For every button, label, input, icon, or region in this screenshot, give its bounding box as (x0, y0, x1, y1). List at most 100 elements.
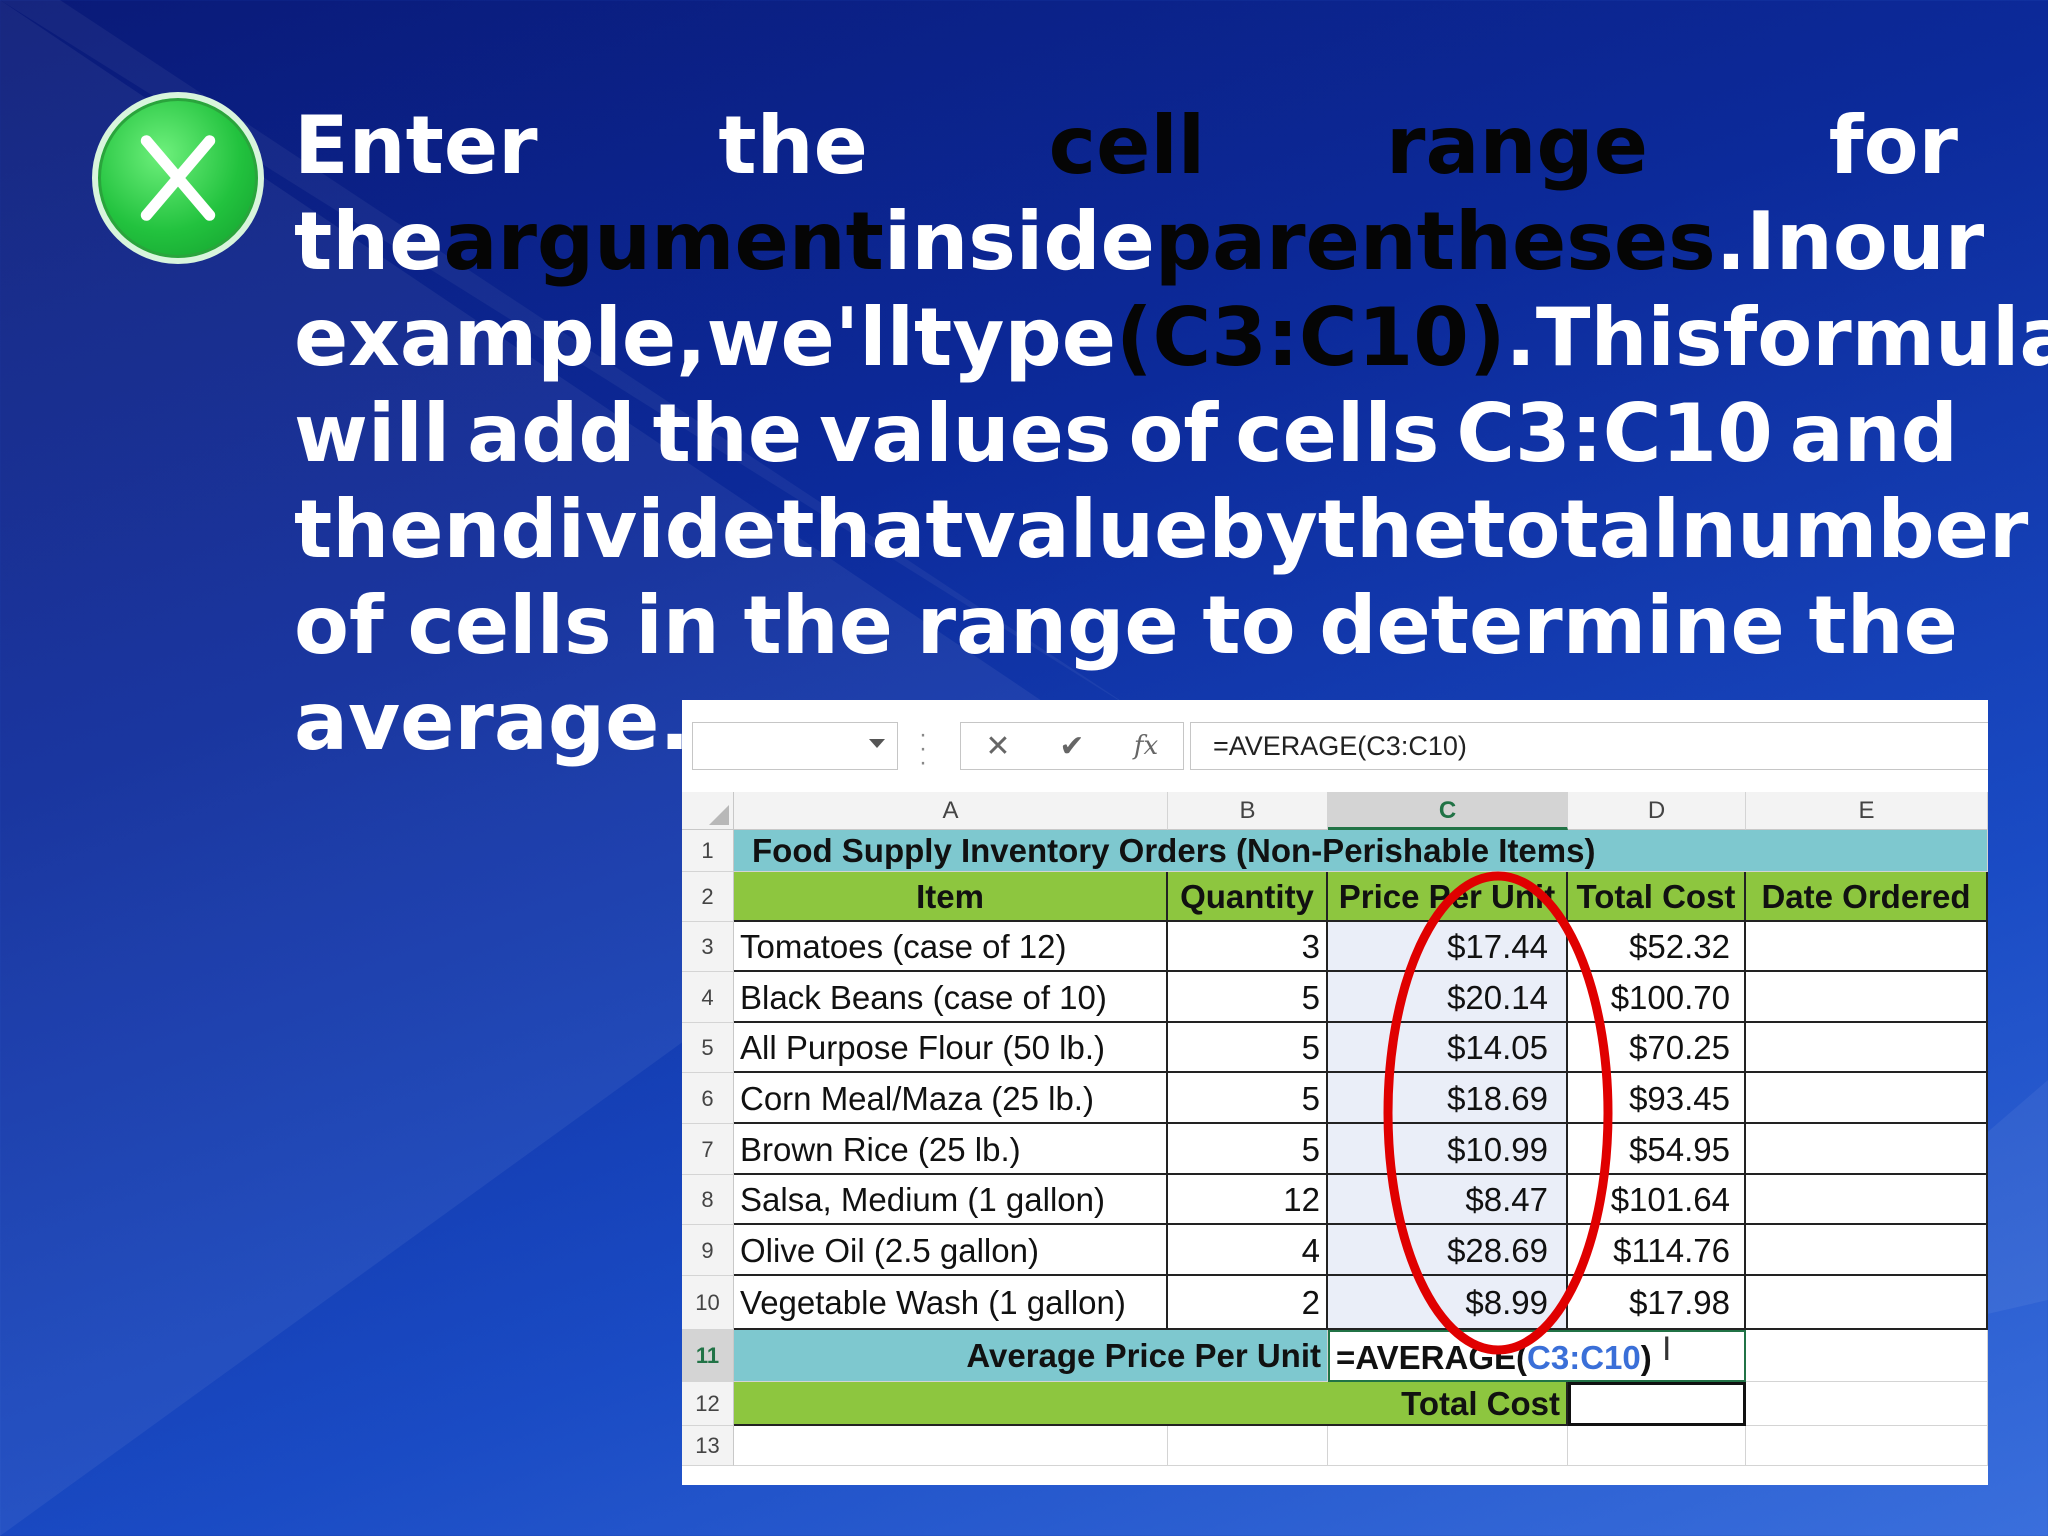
row-header-10[interactable]: 10 (682, 1276, 734, 1330)
name-box[interactable] (692, 722, 898, 770)
cell[interactable]: $114.76 (1568, 1225, 1746, 1276)
cell[interactable]: Item (734, 872, 1168, 922)
paragraph-word: cell (1048, 99, 1206, 192)
cell[interactable]: $100.70 (1568, 972, 1746, 1023)
cell[interactable] (1746, 1023, 1988, 1073)
cell[interactable]: Brown Rice (25 lb.) (734, 1124, 1168, 1175)
cell[interactable]: Quantity (1168, 872, 1328, 922)
cell[interactable] (1568, 1382, 1746, 1426)
cell[interactable]: 5 (1168, 1124, 1328, 1175)
cell[interactable]: Date Ordered (1746, 872, 1988, 922)
cell[interactable]: Salsa, Medium (1 gallon) (734, 1175, 1168, 1225)
enter-check-icon[interactable]: ✔ (1042, 729, 1102, 764)
cell[interactable]: 2 (1168, 1276, 1328, 1330)
column-header-e[interactable]: E (1746, 792, 1988, 830)
row-header-12[interactable]: 12 (682, 1382, 734, 1426)
column-header-b[interactable]: B (1168, 792, 1328, 830)
column-header-c[interactable]: C (1328, 792, 1568, 830)
cell[interactable] (1746, 1426, 1988, 1466)
cell[interactable]: Olive Oil (2.5 gallon) (734, 1225, 1168, 1276)
paragraph-word: value (963, 483, 1209, 576)
formula-range: C3:C10 (1527, 1339, 1641, 1376)
row-header-5[interactable]: 5 (682, 1023, 734, 1073)
column-header-d[interactable]: D (1568, 792, 1746, 830)
cell[interactable] (1168, 1426, 1328, 1466)
paragraph-word: for (1828, 99, 1958, 192)
cell[interactable]: $28.69 (1328, 1225, 1568, 1276)
cell[interactable]: Average Price Per Unit (734, 1330, 1328, 1382)
sheet-title: Food Supply Inventory Orders (Non-Perish… (752, 832, 1596, 869)
cell[interactable]: $17.44 (1328, 922, 1568, 972)
cell[interactable]: Vegetable Wash (1 gallon) (734, 1276, 1168, 1330)
cell[interactable] (1746, 1175, 1988, 1225)
cell[interactable] (1746, 922, 1988, 972)
row-header-1[interactable]: 1 (682, 830, 734, 872)
cell[interactable]: $20.14 (1328, 972, 1568, 1023)
cell[interactable]: Food Supply Inventory Orders (Non-Perish… (734, 830, 1988, 872)
cell[interactable] (1328, 1426, 1568, 1466)
cancel-icon[interactable]: ✕ (968, 729, 1028, 764)
cell[interactable] (1746, 972, 1988, 1023)
cell[interactable]: $93.45 (1568, 1073, 1746, 1124)
row-header-11[interactable]: 11 (682, 1330, 734, 1382)
formula-bar: · · · ✕ ✔ fx =AVERAGE(C3:C10) (682, 700, 1988, 792)
cell[interactable]: 5 (1168, 1073, 1328, 1124)
cell[interactable]: $10.99 (1328, 1124, 1568, 1175)
paragraph-word: the (652, 387, 803, 480)
paragraph-line: of cells in the range to determine the (294, 578, 1958, 674)
cell[interactable]: Price Per Unit (1328, 872, 1568, 922)
cell[interactable]: 5 (1168, 1023, 1328, 1073)
cell[interactable]: $70.25 (1568, 1023, 1746, 1073)
cell[interactable]: $8.99 (1328, 1276, 1568, 1330)
cell[interactable] (1746, 1225, 1988, 1276)
row-header-6[interactable]: 6 (682, 1073, 734, 1124)
cell[interactable]: All Purpose Flour (50 lb.) (734, 1023, 1168, 1073)
cell[interactable] (1746, 1073, 1988, 1124)
cell[interactable]: $14.05 (1328, 1023, 1568, 1073)
cell[interactable]: 5 (1168, 972, 1328, 1023)
paragraph-word: divide (500, 483, 777, 576)
select-all-corner[interactable] (682, 792, 734, 830)
paragraph-word: formula (1722, 291, 2048, 384)
cell[interactable] (1568, 1426, 1746, 1466)
row-header-13[interactable]: 13 (682, 1426, 734, 1466)
cell[interactable]: $54.95 (1568, 1124, 1746, 1175)
row-header-9[interactable]: 9 (682, 1225, 734, 1276)
paragraph-word: in (635, 579, 720, 672)
cell[interactable]: 12 (1168, 1175, 1328, 1225)
cell[interactable]: Total Cost (1568, 872, 1746, 922)
row-header-8[interactable]: 8 (682, 1175, 734, 1225)
spreadsheet-screenshot: · · · ✕ ✔ fx =AVERAGE(C3:C10) ABCDE1234567… (682, 700, 1988, 1485)
cell[interactable]: $18.69 (1328, 1073, 1568, 1124)
more-options-icon[interactable]: · · · (918, 723, 928, 775)
formula-input[interactable]: =AVERAGE(C3:C10) (1190, 722, 1988, 770)
cell[interactable]: Tomatoes (case of 12) (734, 922, 1168, 972)
paragraph-word: to (1202, 579, 1296, 672)
paragraph-word: will (294, 387, 451, 480)
cell[interactable] (1746, 1330, 1988, 1382)
cell[interactable]: $101.64 (1568, 1175, 1746, 1225)
cell[interactable] (1746, 1382, 1988, 1426)
cell[interactable]: 3 (1168, 922, 1328, 972)
cell[interactable]: $52.32 (1568, 922, 1746, 972)
cell[interactable]: $17.98 (1568, 1276, 1746, 1330)
row-header-4[interactable]: 4 (682, 972, 734, 1023)
row-header-3[interactable]: 3 (682, 922, 734, 972)
cell[interactable]: =AVERAGE(C3:C10) (1328, 1330, 1746, 1382)
row-header-7[interactable]: 7 (682, 1124, 734, 1175)
cell[interactable]: 4 (1168, 1225, 1328, 1276)
chevron-down-icon[interactable] (869, 739, 885, 748)
insert-function-icon[interactable]: fx (1116, 731, 1176, 761)
paragraph-word: that (776, 483, 964, 576)
column-header-a[interactable]: A (734, 792, 1168, 830)
paragraph-word: argument (443, 195, 884, 288)
cell[interactable]: Black Beans (case of 10) (734, 972, 1168, 1023)
cell[interactable]: $8.47 (1328, 1175, 1568, 1225)
cell[interactable] (1746, 1276, 1988, 1330)
cell[interactable] (1746, 1124, 1988, 1175)
cell[interactable] (734, 1426, 1168, 1466)
paragraph-word: In (1746, 195, 1833, 288)
row-header-2[interactable]: 2 (682, 872, 734, 922)
cell[interactable]: Corn Meal/Maza (25 lb.) (734, 1073, 1168, 1124)
cell[interactable]: Total Cost (734, 1382, 1568, 1426)
